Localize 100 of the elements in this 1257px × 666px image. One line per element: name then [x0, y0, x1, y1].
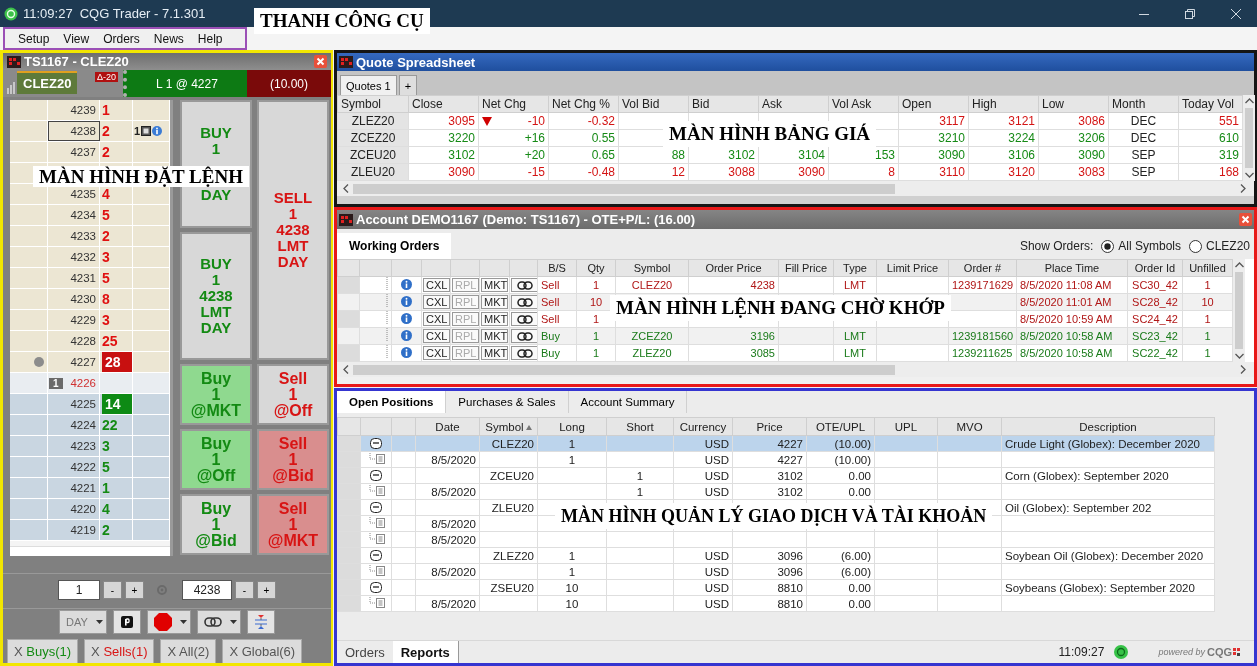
ladder-price[interactable]: 4225 — [70, 398, 96, 411]
collapse-icon[interactable] — [370, 548, 382, 561]
window-icon — [339, 56, 353, 68]
radio-option[interactable]: CLEZ20 — [1188, 239, 1250, 253]
menu-item[interactable]: News — [146, 31, 191, 46]
ladder-price[interactable]: 4227 — [70, 356, 96, 369]
table-cell: 1 — [568, 437, 576, 450]
decrement-button[interactable]: - — [103, 581, 122, 600]
tab[interactable]: Working Orders — [337, 233, 452, 259]
collapse-icon[interactable] — [370, 436, 382, 449]
ladder-price[interactable]: 4233 — [70, 230, 96, 243]
ladder-price[interactable]: 4226 — [70, 377, 96, 390]
link-button[interactable] — [511, 346, 538, 360]
info-icon[interactable] — [401, 329, 412, 341]
ladder-price[interactable]: 4224 — [70, 419, 96, 432]
restore-icon[interactable] — [1185, 8, 1195, 19]
order-action-button[interactable]: MKT — [481, 295, 508, 309]
table-cell: 8/5/2020 — [431, 565, 476, 578]
menu-item[interactable]: Setup — [11, 31, 57, 46]
table-cell: LMT — [844, 279, 866, 291]
trade-button[interactable]: Sell 1 @Off — [257, 364, 329, 426]
order-action-button[interactable]: MKT — [481, 278, 508, 292]
order-action-button[interactable]: CXL — [423, 278, 450, 292]
tab[interactable]: Quotes 1 — [340, 75, 397, 95]
ladder-price[interactable]: 4237 — [70, 146, 96, 159]
scrollbar[interactable] — [337, 181, 1254, 196]
filter-label: Show Orders: — [1019, 239, 1094, 253]
cancel-orders-tab[interactable]: X Global(6) — [222, 639, 303, 663]
tab[interactable]: Open Positions — [337, 391, 447, 413]
table-cell: 3096 — [777, 549, 803, 562]
order-action-button[interactable]: MKT — [481, 346, 508, 360]
menu-item[interactable]: Orders — [96, 31, 147, 46]
info-icon[interactable] — [401, 295, 412, 307]
ladder-price[interactable]: 4223 — [70, 440, 96, 453]
close-icon[interactable] — [1239, 213, 1252, 226]
cancel-orders-tab[interactable]: X Buys(1) — [7, 639, 79, 663]
order-action-button[interactable]: MKT — [481, 329, 508, 343]
table-cell: 8/5/2020 — [431, 533, 476, 546]
info-icon[interactable] — [401, 346, 412, 358]
link-button[interactable] — [511, 329, 538, 343]
toggle-button[interactable] — [112, 610, 141, 635]
cancel-orders-tab[interactable]: X All(2) — [160, 639, 217, 663]
info-icon[interactable] — [401, 278, 412, 290]
radio-option[interactable]: All Symbols — [1101, 239, 1181, 253]
table-cell: Buy — [541, 347, 560, 359]
link-button[interactable] — [511, 278, 538, 292]
table-cell: -0.32 — [587, 114, 615, 128]
ladder-price[interactable]: 4235 — [70, 188, 96, 201]
ladder-price[interactable]: 4220 — [70, 503, 96, 516]
ladder-price[interactable]: 4232 — [70, 251, 96, 264]
close-icon[interactable] — [314, 55, 327, 69]
letter-square-icon — [120, 616, 133, 629]
table-cell: 10 — [565, 597, 579, 610]
column-header[interactable]: Bid — [692, 97, 710, 111]
ladder-price[interactable]: 4222 — [70, 461, 96, 474]
ladder-price[interactable]: 4219 — [70, 524, 96, 537]
ladder-price[interactable]: 4229 — [70, 314, 96, 327]
order-action-button[interactable]: CXL — [423, 346, 450, 360]
scrollbar[interactable] — [1243, 95, 1255, 181]
table-cell: 3110 — [939, 165, 965, 179]
cancel-orders-tab[interactable]: X Sells(1) — [84, 639, 155, 663]
tab[interactable]: Reports — [392, 641, 459, 663]
scrollbar[interactable] — [10, 546, 170, 557]
link-button[interactable] — [511, 295, 538, 309]
order-action-button[interactable]: CXL — [423, 329, 450, 343]
expand-button[interactable] — [246, 610, 275, 635]
position-label: L 1 @ 4227 — [123, 70, 247, 98]
menu-item[interactable]: View — [56, 31, 97, 46]
ladder-price[interactable]: 4238 — [70, 125, 96, 138]
table-cell: SEP — [1131, 148, 1156, 162]
ladder-price[interactable]: 4239 — [70, 104, 96, 117]
close-icon[interactable] — [1231, 8, 1241, 19]
add-tab-button[interactable]: + — [398, 75, 418, 95]
info-icon[interactable] — [401, 312, 412, 324]
collapse-icon[interactable] — [370, 500, 382, 513]
stop-dropdown[interactable] — [146, 610, 191, 635]
order-icon[interactable] — [141, 126, 152, 137]
ladder-price[interactable]: 4234 — [70, 209, 96, 222]
column-header[interactable]: Description — [1079, 420, 1137, 433]
table-cell: Buy — [541, 330, 560, 342]
menu-item[interactable]: Help — [190, 31, 230, 46]
order-action-button[interactable]: CXL — [423, 295, 450, 309]
ladder-price[interactable]: 4228 — [70, 335, 96, 348]
ladder-price[interactable]: 4221 — [70, 482, 96, 495]
collapse-icon[interactable] — [370, 468, 382, 481]
price-field[interactable]: 4238 — [182, 580, 232, 601]
quantity-field[interactable]: 1 — [58, 580, 100, 601]
order-action-button[interactable]: MKT — [481, 312, 508, 326]
symbol-tab[interactable]: CLEZ20 Δ-20 — [3, 70, 123, 98]
collapse-icon[interactable] — [370, 580, 382, 593]
ladder-price[interactable]: 4230 — [70, 293, 96, 306]
decrement-button[interactable]: - — [235, 581, 254, 600]
link-button[interactable] — [511, 312, 538, 326]
increment-button[interactable]: + — [257, 581, 276, 600]
order-action-button[interactable]: CXL — [423, 312, 450, 326]
increment-button[interactable]: + — [125, 581, 144, 600]
link-dropdown[interactable] — [196, 610, 241, 635]
trade-button[interactable]: SELL 1 4238 LMT DAY — [257, 100, 329, 361]
table-cell: 1 — [1204, 313, 1211, 325]
ladder-price[interactable]: 4231 — [70, 272, 96, 285]
